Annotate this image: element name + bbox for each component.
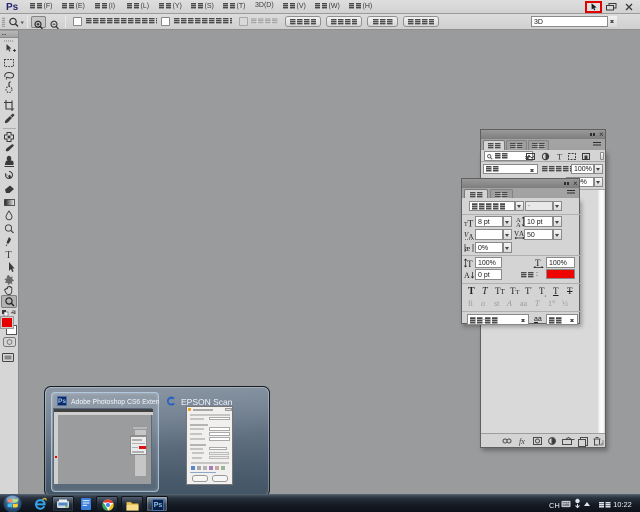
svg-text:T: T (467, 259, 473, 268)
svg-text:A: A (516, 222, 521, 227)
svg-text:æ: æ (465, 244, 471, 253)
svg-text:T: T (6, 250, 12, 261)
svg-text:A: A (469, 233, 474, 240)
svg-text:T: T (468, 220, 474, 228)
svg-text:T: T (535, 258, 541, 268)
svg-text:A: A (464, 271, 470, 280)
svg-text:T: T (557, 152, 563, 161)
svg-text:fx: fx (519, 437, 525, 446)
